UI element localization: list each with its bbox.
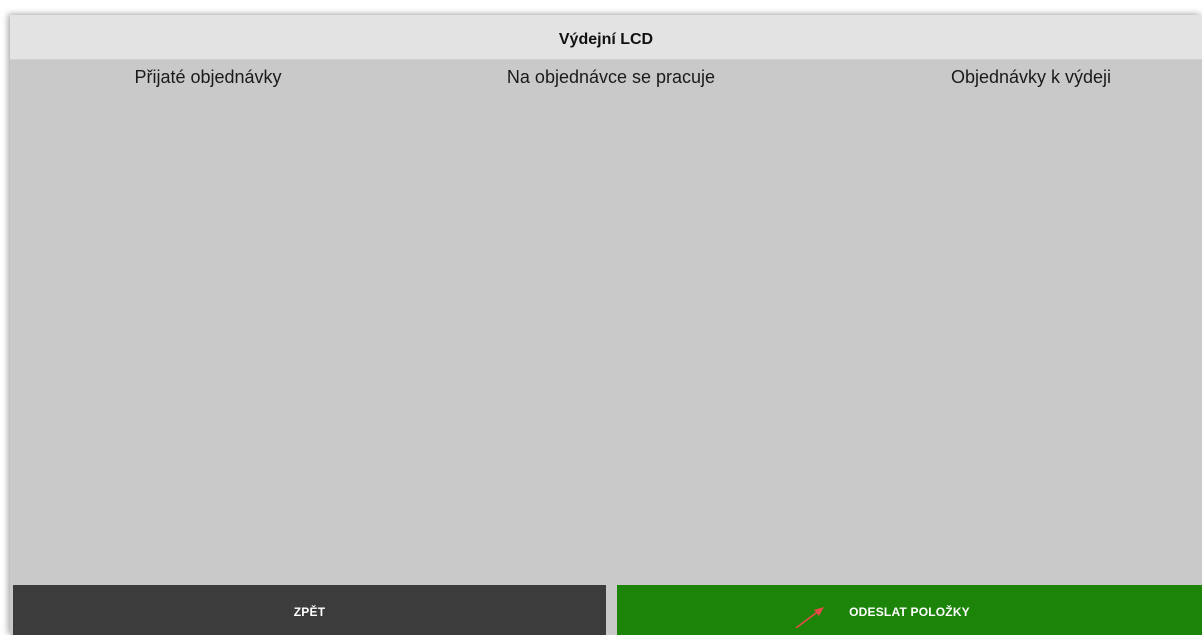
send-items-button-label: ODESLAT POLOŽKY [849, 605, 970, 619]
send-items-button[interactable]: ODESLAT POLOŽKY [617, 585, 1202, 635]
pickup-lcd-screen: Výdejní LCD Přijaté objednávky Na objedn… [10, 15, 1202, 635]
column-in-progress-heading: Na objednávce se pracuje [506, 67, 716, 87]
column-received-orders-list [10, 97, 405, 577]
column-ready-for-pickup-heading: Objednávky k výdeji [950, 67, 1112, 87]
back-button[interactable]: ZPĚT [13, 585, 606, 635]
title-bar: Výdejní LCD [10, 15, 1202, 60]
column-received-orders-heading: Přijaté objednávky [134, 67, 282, 87]
order-columns-header: Přijaté objednávky Na objednávce se prac… [10, 67, 1202, 97]
back-button-label: ZPĚT [293, 605, 326, 619]
column-ready-for-pickup-list [806, 97, 1202, 577]
column-in-progress-list [408, 97, 803, 577]
page-title: Výdejní LCD [558, 31, 654, 48]
